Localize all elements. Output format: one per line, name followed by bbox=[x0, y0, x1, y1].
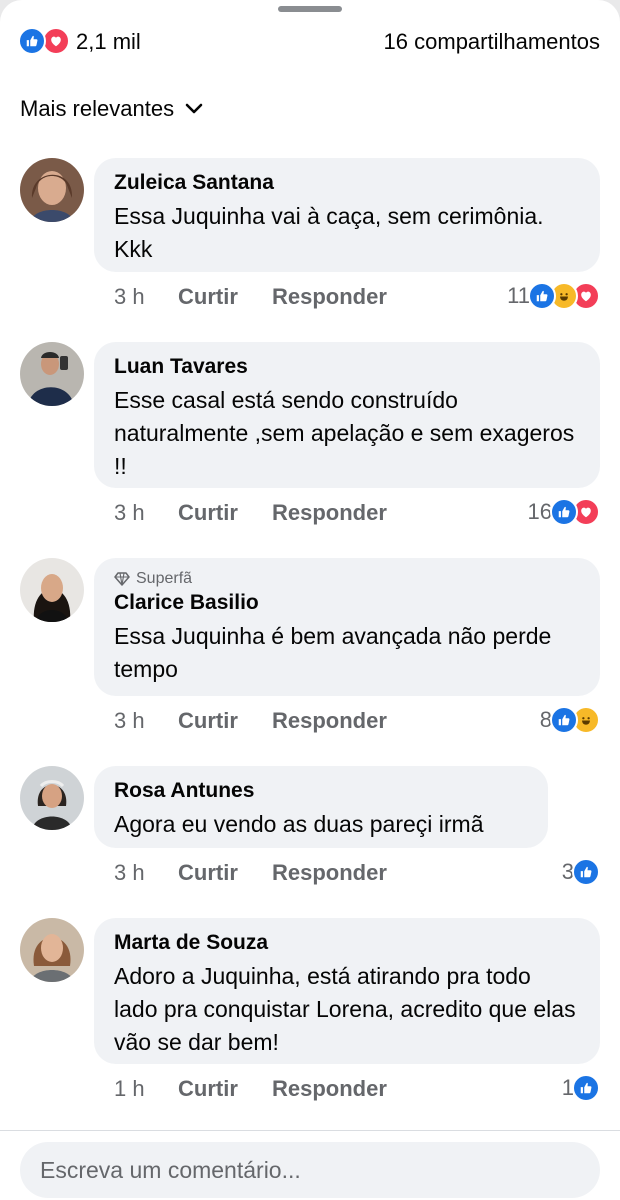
comment-bubble[interactable]: Zuleica Santana Essa Juquinha vai à caça… bbox=[94, 158, 600, 272]
reply-button[interactable]: Responder bbox=[272, 860, 387, 886]
like-icon bbox=[550, 498, 578, 526]
reaction-count: 16 bbox=[527, 499, 552, 524]
comment-actions: 3 h Curtir Responder bbox=[114, 708, 387, 734]
avatar[interactable] bbox=[20, 342, 84, 406]
comment-time[interactable]: 3 h bbox=[114, 708, 178, 734]
comment-time[interactable]: 3 h bbox=[114, 860, 178, 886]
comment-reactions[interactable]: 8 bbox=[540, 706, 600, 734]
comment-author[interactable]: Zuleica Santana bbox=[114, 170, 580, 196]
reply-button[interactable]: Responder bbox=[272, 1076, 387, 1102]
reply-button[interactable]: Responder bbox=[272, 708, 387, 734]
total-reactions[interactable]: 2,1 mil bbox=[76, 29, 141, 55]
like-button[interactable]: Curtir bbox=[178, 500, 272, 526]
comment-reactions[interactable]: 3 bbox=[562, 858, 600, 886]
diamond-icon bbox=[114, 572, 130, 586]
badge-label: Superfã bbox=[136, 570, 193, 587]
summary-reaction-icons bbox=[18, 27, 72, 55]
comment-time[interactable]: 1 h bbox=[114, 1076, 178, 1102]
chevron-down-icon bbox=[185, 103, 203, 114]
like-icon bbox=[528, 282, 556, 310]
comment-bubble[interactable]: Marta de Souza Adoro a Juquinha, está at… bbox=[94, 918, 600, 1064]
sort-label: Mais relevantes bbox=[20, 96, 175, 121]
comment-reactions[interactable]: 1 bbox=[562, 1074, 600, 1102]
like-button[interactable]: Curtir bbox=[178, 284, 272, 310]
like-icon bbox=[572, 1074, 600, 1102]
avatar[interactable] bbox=[20, 558, 84, 622]
comment-time[interactable]: 3 h bbox=[114, 500, 178, 526]
comment-author[interactable]: Rosa Antunes bbox=[114, 778, 528, 804]
like-icon bbox=[550, 706, 578, 734]
comment-reactions[interactable]: 16 bbox=[528, 498, 600, 526]
shares-count[interactable]: 16 compartilhamentos bbox=[384, 29, 600, 55]
reply-button[interactable]: Responder bbox=[272, 284, 387, 310]
avatar[interactable] bbox=[20, 766, 84, 830]
comment-bubble[interactable]: Rosa Antunes Agora eu vendo as duas pare… bbox=[94, 766, 548, 848]
comment-author[interactable]: Clarice Basilio bbox=[114, 590, 580, 616]
love-icon bbox=[42, 27, 70, 55]
like-button[interactable]: Curtir bbox=[178, 708, 272, 734]
comment-actions: 3 h Curtir Responder bbox=[114, 284, 387, 310]
avatar[interactable] bbox=[20, 918, 84, 982]
comment-text: Esse casal está sendo construído natural… bbox=[114, 387, 575, 479]
composer-divider bbox=[0, 1130, 620, 1131]
comment-actions: 1 h Curtir Responder bbox=[114, 1076, 387, 1102]
comment-text: Essa Juquinha vai à caça, sem cerimônia.… bbox=[114, 203, 544, 262]
like-icon bbox=[18, 27, 46, 55]
comment-actions: 3 h Curtir Responder bbox=[114, 860, 387, 886]
comment-bubble[interactable]: Luan Tavares Esse casal está sendo const… bbox=[94, 342, 600, 488]
superfan-badge[interactable]: Superfã bbox=[114, 570, 580, 588]
comment-text: Agora eu vendo as duas pareçi irmã bbox=[114, 811, 484, 837]
reply-button[interactable]: Responder bbox=[272, 500, 387, 526]
like-button[interactable]: Curtir bbox=[178, 1076, 272, 1102]
like-icon bbox=[572, 858, 600, 886]
like-button[interactable]: Curtir bbox=[178, 860, 272, 886]
comment-input[interactable] bbox=[20, 1142, 600, 1198]
comment-time[interactable]: 3 h bbox=[114, 284, 178, 310]
comment-actions: 3 h Curtir Responder bbox=[114, 500, 387, 526]
reaction-count: 11 bbox=[507, 283, 530, 308]
comment-author[interactable]: Luan Tavares bbox=[114, 354, 580, 380]
comment-reactions[interactable]: 11 bbox=[507, 282, 600, 310]
sheet-grabber[interactable] bbox=[278, 6, 342, 12]
comments-sheet: 2,1 mil 16 compartilhamentos Mais releva… bbox=[0, 0, 620, 1200]
comment-bubble[interactable]: Superfã Clarice Basilio Essa Juquinha é … bbox=[94, 558, 600, 696]
comment-author[interactable]: Marta de Souza bbox=[114, 930, 580, 956]
sort-dropdown[interactable]: Mais relevantes bbox=[20, 96, 204, 122]
comment-text: Adoro a Juquinha, está atirando pra todo… bbox=[114, 963, 576, 1055]
reaction-summary[interactable]: 2,1 mil 16 compartilhamentos bbox=[18, 27, 600, 56]
avatar[interactable] bbox=[20, 158, 84, 222]
comment-text: Essa Juquinha é bem avançada não perde t… bbox=[114, 623, 552, 682]
